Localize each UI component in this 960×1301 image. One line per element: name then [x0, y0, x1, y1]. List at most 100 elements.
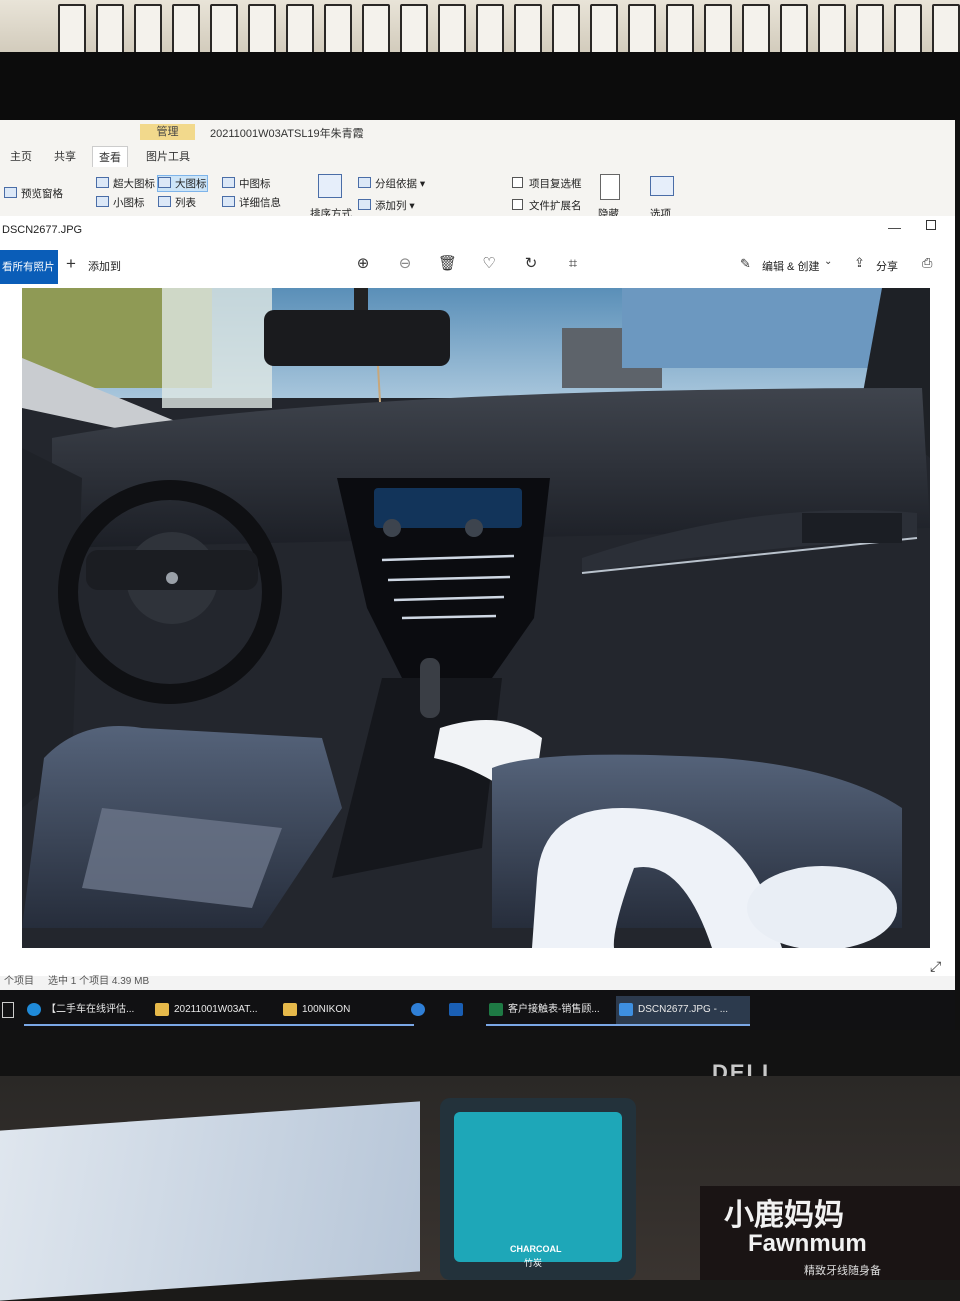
tab-picture-tools[interactable]: 图片工具 — [140, 146, 196, 166]
item-count: 个项目 — [4, 976, 34, 987]
checkbox[interactable] — [512, 199, 523, 210]
photos-viewer: DSCN2677.JPG — 看所有照片 + 添加到 ⊕ ⊖ 🗑 ♡ ↻ ⌗ ✎… — [0, 216, 955, 976]
book-spine — [134, 4, 162, 54]
preview-pane-icon — [4, 187, 17, 198]
file-extensions-toggle[interactable]: 文件扩展名 — [512, 198, 582, 213]
book-spine — [704, 4, 732, 54]
car-interior-illustration — [22, 288, 930, 948]
layout-label: 小图标 — [113, 197, 145, 209]
layout-details[interactable]: 详细信息 — [222, 195, 281, 210]
layout-label: 中图标 — [239, 178, 271, 190]
taskbar-item-folder-2[interactable]: 100NIKON — [280, 996, 414, 1026]
sort-by-icon — [318, 174, 342, 198]
task-label: DSCN2677.JPG - ... — [638, 1004, 729, 1015]
book-spine — [438, 4, 466, 54]
group-by-button[interactable]: 分组依据 ▾ — [358, 176, 425, 191]
share-icon: ⇪ — [854, 255, 865, 270]
edit-create-button[interactable]: 编辑 & 创建 — [762, 258, 819, 274]
minimize-icon[interactable]: — — [888, 220, 901, 235]
preview-pane-button[interactable]: 预览窗格 — [4, 186, 63, 201]
tab-view[interactable]: 查看 — [92, 146, 128, 167]
taskbar-item-ie[interactable] — [408, 996, 444, 1024]
start-icon[interactable] — [2, 1002, 14, 1018]
add-column-button[interactable]: 添加列 ▾ — [358, 198, 415, 213]
task-label: 客户接触表-销售顾... — [508, 1004, 600, 1015]
taskbar: 【二手车在线评估... 20211001W03AT... 100NIKON 客户… — [0, 990, 955, 1030]
layout-extra-large-icons[interactable]: 超大图标 — [96, 176, 155, 191]
book-spine — [628, 4, 656, 54]
edge-icon — [27, 1003, 41, 1016]
small-icons-icon — [96, 196, 109, 207]
add-icon: + — [66, 254, 76, 273]
floss-box-front — [454, 1112, 622, 1262]
excel-icon — [489, 1003, 503, 1016]
delete-icon[interactable]: 🗑 — [438, 255, 457, 273]
task-label: 【二手车在线评估... — [46, 1004, 135, 1015]
book-spine — [96, 4, 124, 54]
explorer-status-bar: 个项目 选中 1 个项目 4.39 MB — [0, 970, 955, 988]
photos-icon — [619, 1003, 633, 1016]
book-spine — [248, 4, 276, 54]
monitor-screen: 管理 20211001W03ATSL19年朱青霞 主页 共享 查看 图片工具 预… — [0, 120, 955, 1035]
print-icon[interactable]: ⎙ — [922, 255, 932, 271]
desk-surface: CHARCOAL 竹炭 小鹿妈妈 Fawnmum 精致牙线随身备 — [0, 1076, 960, 1301]
taskbar-item-outlook[interactable] — [446, 996, 482, 1024]
item-checkboxes-label: 项目复选框 — [529, 178, 582, 190]
book-spine — [324, 4, 352, 54]
layout-large-icons[interactable]: 大图标 — [157, 175, 208, 192]
car-interior-photo — [22, 288, 930, 948]
packaged-bag — [0, 1101, 420, 1301]
book-spine — [780, 4, 808, 54]
rotate-icon[interactable]: ↻ — [522, 255, 540, 273]
folder-icon — [283, 1003, 297, 1016]
context-tab-manage[interactable]: 管理 — [140, 124, 195, 140]
add-column-icon — [358, 199, 371, 210]
book-spine — [742, 4, 770, 54]
layout-list[interactable]: 列表 — [158, 195, 196, 210]
item-checkboxes-toggle[interactable]: 项目复选框 — [512, 176, 582, 191]
extra-large-icons-icon — [96, 177, 109, 188]
book-spine — [362, 4, 390, 54]
book-spine — [400, 4, 428, 54]
book-spine — [894, 4, 922, 54]
layout-label: 超大图标 — [113, 178, 155, 190]
book-spine — [856, 4, 884, 54]
taskbar-item-edge[interactable]: 【二手车在线评估... — [24, 996, 158, 1026]
task-label: 100NIKON — [302, 1004, 351, 1015]
zoom-in-icon[interactable]: ⊕ — [354, 255, 372, 273]
taskbar-item-folder-1[interactable]: 20211001W03AT... — [152, 996, 286, 1026]
tab-share[interactable]: 共享 — [48, 146, 82, 166]
explorer-window-title: 20211001W03ATSL19年朱青霞 — [210, 128, 364, 140]
zoom-out-icon[interactable]: ⊖ — [396, 255, 414, 273]
group-by-icon — [358, 177, 371, 188]
floss-pack: 小鹿妈妈 Fawnmum 精致牙线随身备 — [700, 1186, 960, 1280]
ie-icon — [411, 1003, 425, 1016]
task-label: 20211001W03AT... — [174, 1004, 258, 1015]
taskbar-item-excel[interactable]: 客户接触表-销售顾... — [486, 996, 620, 1026]
taskbar-item-photos[interactable]: DSCN2677.JPG - ... — [616, 996, 750, 1026]
layout-small-icons[interactable]: 小图标 — [96, 195, 145, 210]
slogan: 精致牙线随身备 — [804, 1265, 881, 1277]
favorite-heart-icon[interactable]: ♡ — [480, 255, 498, 273]
brand-cn: 小鹿妈妈 — [724, 1199, 844, 1232]
maximize-icon[interactable] — [926, 220, 936, 230]
book-spine — [476, 4, 504, 54]
viewer-toolbar: + 添加到 ⊕ ⊖ 🗑 ♡ ↻ ⌗ ✎ 编辑 & 创建 ⌄ ⇪ 分享 ⎙ — [0, 246, 955, 286]
floss-box-sub: 竹炭 — [524, 1258, 543, 1268]
crop-icon[interactable]: ⌗ — [564, 255, 582, 273]
share-button[interactable]: 分享 — [876, 258, 898, 274]
chevron-down-icon[interactable]: ⌄ — [824, 256, 832, 267]
checkbox[interactable] — [512, 177, 523, 188]
tab-home[interactable]: 主页 — [4, 146, 38, 166]
floss-box-label: CHARCOAL — [510, 1244, 562, 1254]
details-icon — [222, 196, 235, 207]
book-spine — [818, 4, 846, 54]
book-spine — [210, 4, 238, 54]
options-icon — [650, 176, 674, 196]
book-spine — [552, 4, 580, 54]
add-to-button[interactable]: 添加到 — [88, 258, 121, 274]
add-column-label: 添加列 — [375, 200, 407, 212]
layout-medium-icons[interactable]: 中图标 — [222, 176, 271, 191]
outlook-icon — [449, 1003, 463, 1016]
medium-icons-icon — [222, 177, 235, 188]
